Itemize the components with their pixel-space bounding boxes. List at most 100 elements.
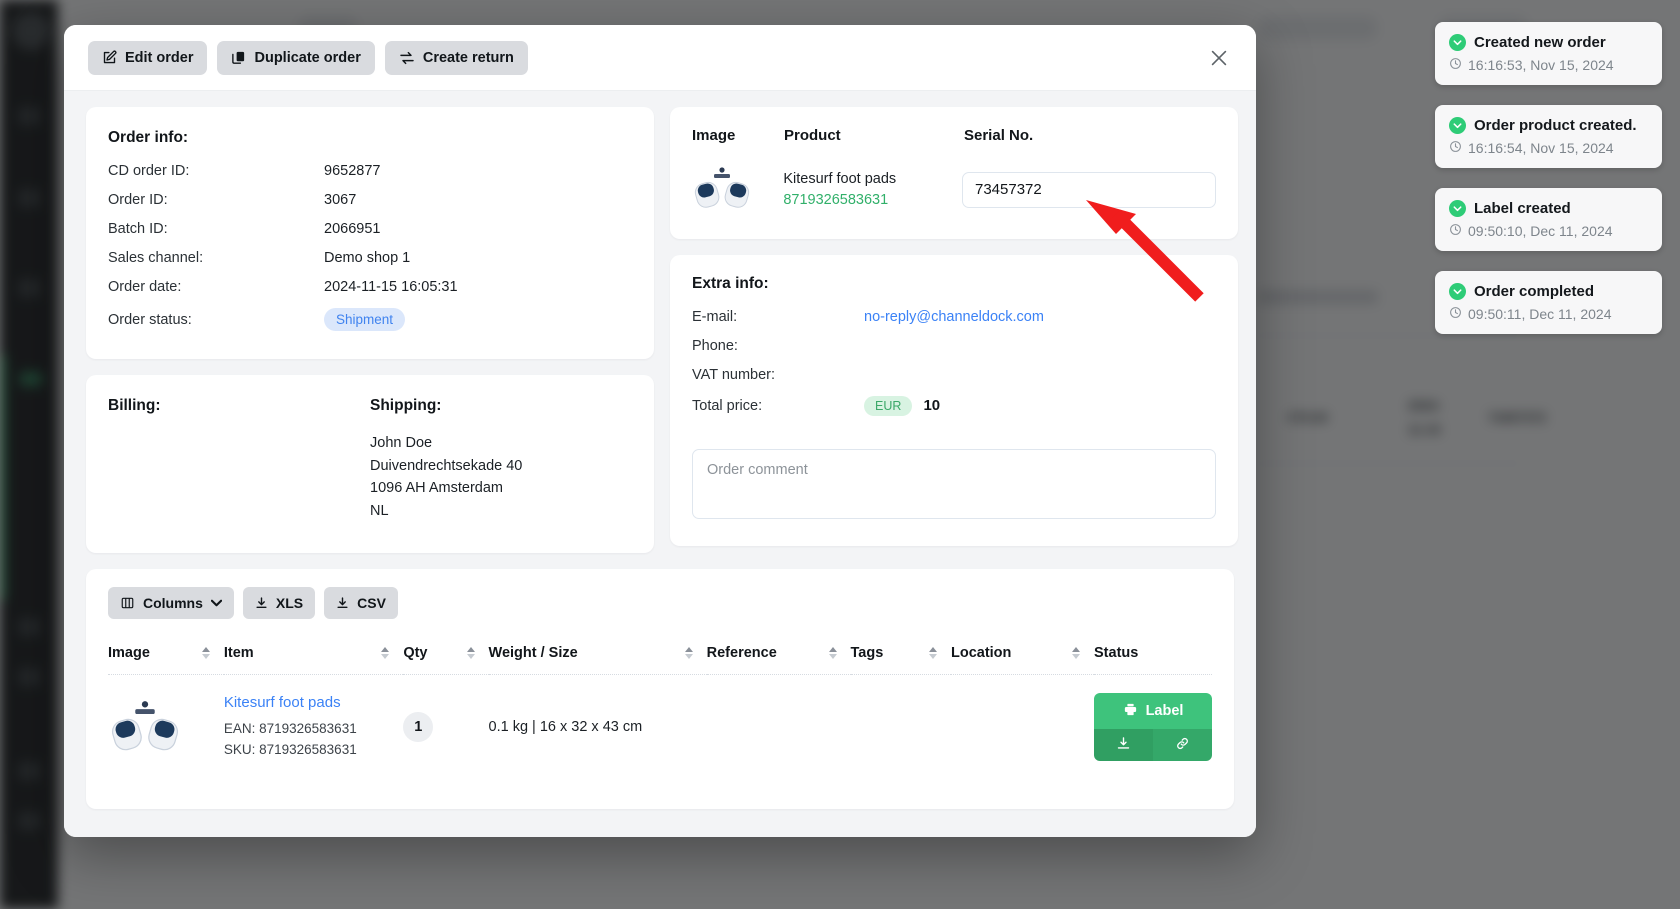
- order-info-card: Order info: CD order ID: 9652877 Order I…: [86, 107, 654, 359]
- columns-label: Columns: [143, 595, 203, 611]
- export-xls-button[interactable]: XLS: [242, 587, 316, 619]
- column-header-tags[interactable]: Tags: [851, 645, 951, 675]
- sort-icon[interactable]: [928, 647, 937, 659]
- batch-id-label: Batch ID:: [108, 221, 168, 237]
- serial-number-input[interactable]: [962, 171, 1216, 208]
- event-time: 09:50:10, Dec 11, 2024: [1468, 223, 1613, 239]
- items-table-card: Columns XLS CSV Image Item Qty Weight / …: [86, 569, 1234, 809]
- email-link[interactable]: no-reply@channeldock.com: [864, 309, 1044, 325]
- cell-qty: 1: [403, 675, 488, 780]
- columns-button[interactable]: Columns: [108, 587, 234, 619]
- cd-order-id-label: CD order ID:: [108, 163, 190, 179]
- order-info-row-batch-id: Batch ID: 2066951: [108, 221, 632, 237]
- item-name-link[interactable]: Kitesurf foot pads: [224, 694, 341, 711]
- column-header-qty[interactable]: Qty: [403, 645, 488, 675]
- column-header-item[interactable]: Item: [224, 645, 403, 675]
- duplicate-order-label: Duplicate order: [254, 49, 361, 66]
- event-title: Created new order: [1474, 34, 1606, 51]
- download-label-button[interactable]: [1094, 729, 1153, 761]
- product-ean: 8719326583631: [783, 191, 889, 208]
- order-detail-modal: Edit order Duplicate order Create return…: [64, 25, 1256, 837]
- column-header-location[interactable]: Location: [951, 645, 1094, 675]
- event-time: 16:16:53, Nov 15, 2024: [1468, 57, 1614, 73]
- product-name: Kitesurf foot pads: [783, 170, 897, 187]
- sort-icon[interactable]: [828, 647, 837, 659]
- column-header-reference[interactable]: Reference: [707, 645, 851, 675]
- order-info-title: Order info:: [108, 129, 189, 146]
- address-card: Billing: Shipping: John Doe Duivendrecht…: [86, 375, 654, 553]
- download-icon: [255, 596, 268, 610]
- event-card[interactable]: Order product created. 16:16:54, Nov 15,…: [1435, 105, 1662, 168]
- shipping-line-country: NL: [370, 502, 389, 519]
- clock-icon: [1449, 57, 1462, 73]
- order-info-row-status: Order status: Shipment: [108, 308, 632, 331]
- check-circle-icon: [1449, 34, 1466, 51]
- columns-icon: [120, 596, 135, 610]
- sort-icon[interactable]: [381, 647, 390, 659]
- sort-icon[interactable]: [684, 647, 693, 659]
- sort-icon[interactable]: [1072, 647, 1080, 659]
- link-icon: [1175, 736, 1190, 755]
- clock-icon: [1449, 140, 1462, 156]
- product-col-image-header: Image: [692, 127, 736, 144]
- event-card[interactable]: Order completed 09:50:11, Dec 11, 2024: [1435, 271, 1662, 334]
- sort-icon[interactable]: [466, 647, 475, 659]
- cd-order-id-value: 9652877: [324, 163, 381, 179]
- phone-label: Phone:: [692, 338, 738, 354]
- cell-reference: [707, 675, 851, 780]
- billing-title: Billing:: [108, 397, 161, 414]
- copy-label-link-button[interactable]: [1153, 729, 1212, 761]
- column-header-weight-size[interactable]: Weight / Size: [489, 645, 707, 675]
- column-header-location-label: Location: [950, 645, 1012, 661]
- product-thumbnail: [692, 164, 783, 215]
- column-header-status-label: Status: [1094, 645, 1139, 661]
- items-table-header-row: Image Item Qty Weight / Size Reference T…: [108, 645, 1212, 675]
- extra-info-row-email: E-mail: no-reply@channeldock.com: [692, 309, 1216, 325]
- order-info-row-cd-order-id: CD order ID: 9652877: [108, 163, 632, 179]
- table-row: Kitesurf foot pads EAN: 8719326583631 SK…: [108, 674, 1212, 780]
- product-col-serial-header: Serial No.: [964, 127, 1034, 144]
- items-table: Image Item Qty Weight / Size Reference T…: [108, 645, 1212, 779]
- clock-icon: [1449, 223, 1462, 239]
- items-table-toolbar: Columns XLS CSV: [108, 587, 1212, 619]
- extra-info-row-total: Total price: EUR 10: [692, 396, 1216, 416]
- export-csv-label: CSV: [357, 595, 386, 611]
- event-card[interactable]: Created new order 16:16:53, Nov 15, 2024: [1435, 22, 1662, 85]
- vat-label: VAT number:: [692, 367, 776, 383]
- extra-info-row-vat: VAT number:: [692, 367, 1216, 383]
- column-header-status[interactable]: Status: [1094, 645, 1212, 675]
- create-return-button[interactable]: Create return: [384, 40, 528, 75]
- column-header-reference-label: Reference: [706, 645, 777, 661]
- download-icon: [1116, 736, 1131, 755]
- page-root: €70.00 2024- 11-15 73457372 Edit order: [0, 0, 1680, 909]
- edit-order-label: Edit order: [125, 49, 194, 66]
- order-date-value: 2024-11-15 16:05:31: [324, 279, 458, 295]
- close-icon[interactable]: [1204, 43, 1234, 73]
- event-card[interactable]: Label created 09:50:10, Dec 11, 2024: [1435, 188, 1662, 251]
- order-info-row-order-date: Order date: 2024-11-15 16:05:31: [108, 279, 632, 295]
- status-badge: Shipment: [324, 308, 406, 331]
- cell-item: Kitesurf foot pads EAN: 8719326583631 SK…: [224, 675, 403, 780]
- total-price-value: 10: [923, 397, 941, 414]
- cell-location: [951, 675, 1094, 780]
- product-col-product-header: Product: [784, 127, 841, 144]
- event-time: 09:50:11, Dec 11, 2024: [1468, 306, 1612, 322]
- exchange-arrows-icon: [399, 50, 415, 66]
- extra-info-card: Extra info: E-mail: no-reply@channeldock…: [670, 255, 1238, 546]
- export-xls-label: XLS: [275, 595, 304, 611]
- export-csv-button[interactable]: CSV: [324, 587, 398, 619]
- print-label-button[interactable]: Label: [1094, 693, 1212, 729]
- order-status-label: Order status:: [108, 311, 192, 328]
- edit-order-button[interactable]: Edit order: [88, 40, 208, 75]
- event-title: Order completed: [1474, 283, 1595, 300]
- order-comment-textarea[interactable]: [692, 449, 1216, 519]
- email-label: E-mail:: [692, 309, 738, 325]
- modal-body: Order info: CD order ID: 9652877 Order I…: [64, 91, 1256, 837]
- duplicate-order-button[interactable]: Duplicate order: [217, 40, 375, 75]
- column-header-item-label: Item: [223, 645, 254, 661]
- sort-icon[interactable]: [201, 647, 210, 659]
- column-header-tags-label: Tags: [850, 645, 884, 661]
- column-header-image[interactable]: Image: [108, 645, 224, 675]
- batch-id-link[interactable]: 2066951: [324, 221, 380, 237]
- shipping-block: Shipping: John Doe Duivendrechtsekade 40…: [370, 397, 632, 522]
